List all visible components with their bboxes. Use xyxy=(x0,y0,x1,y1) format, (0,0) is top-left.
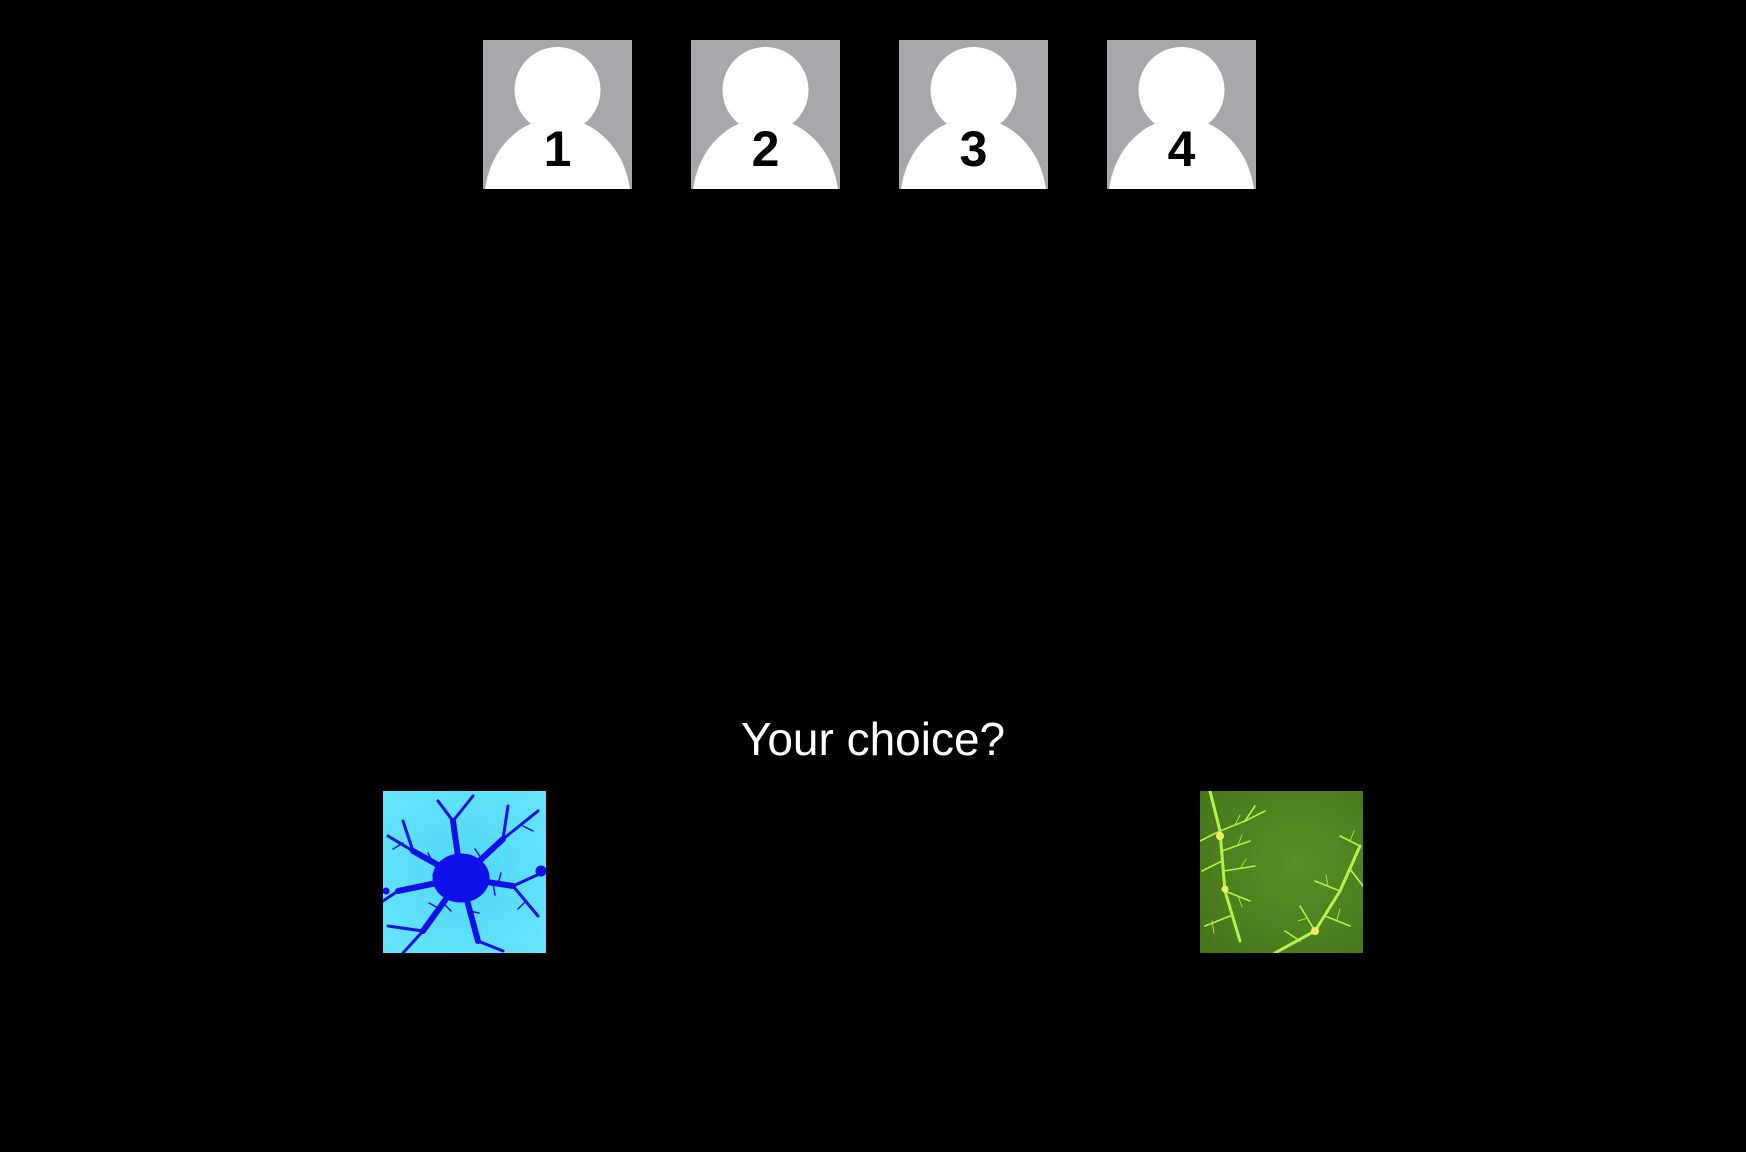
blue-fractal-image xyxy=(383,791,546,953)
player-3-avatar: 3 xyxy=(899,40,1048,189)
player-2-avatar: 2 xyxy=(691,40,840,189)
player-1-avatar: 1 xyxy=(483,40,632,189)
choice-left-fractal-image[interactable] xyxy=(383,791,546,953)
player-number: 1 xyxy=(543,121,572,177)
player-4-avatar: 4 xyxy=(1107,40,1256,189)
green-fractal-image xyxy=(1200,791,1363,953)
choice-prompt: Your choice? xyxy=(740,713,1006,765)
player-number: 3 xyxy=(959,121,988,177)
player-number: 2 xyxy=(751,121,780,177)
choice-right-fractal-image[interactable] xyxy=(1200,791,1363,953)
player-number: 4 xyxy=(1167,121,1196,177)
